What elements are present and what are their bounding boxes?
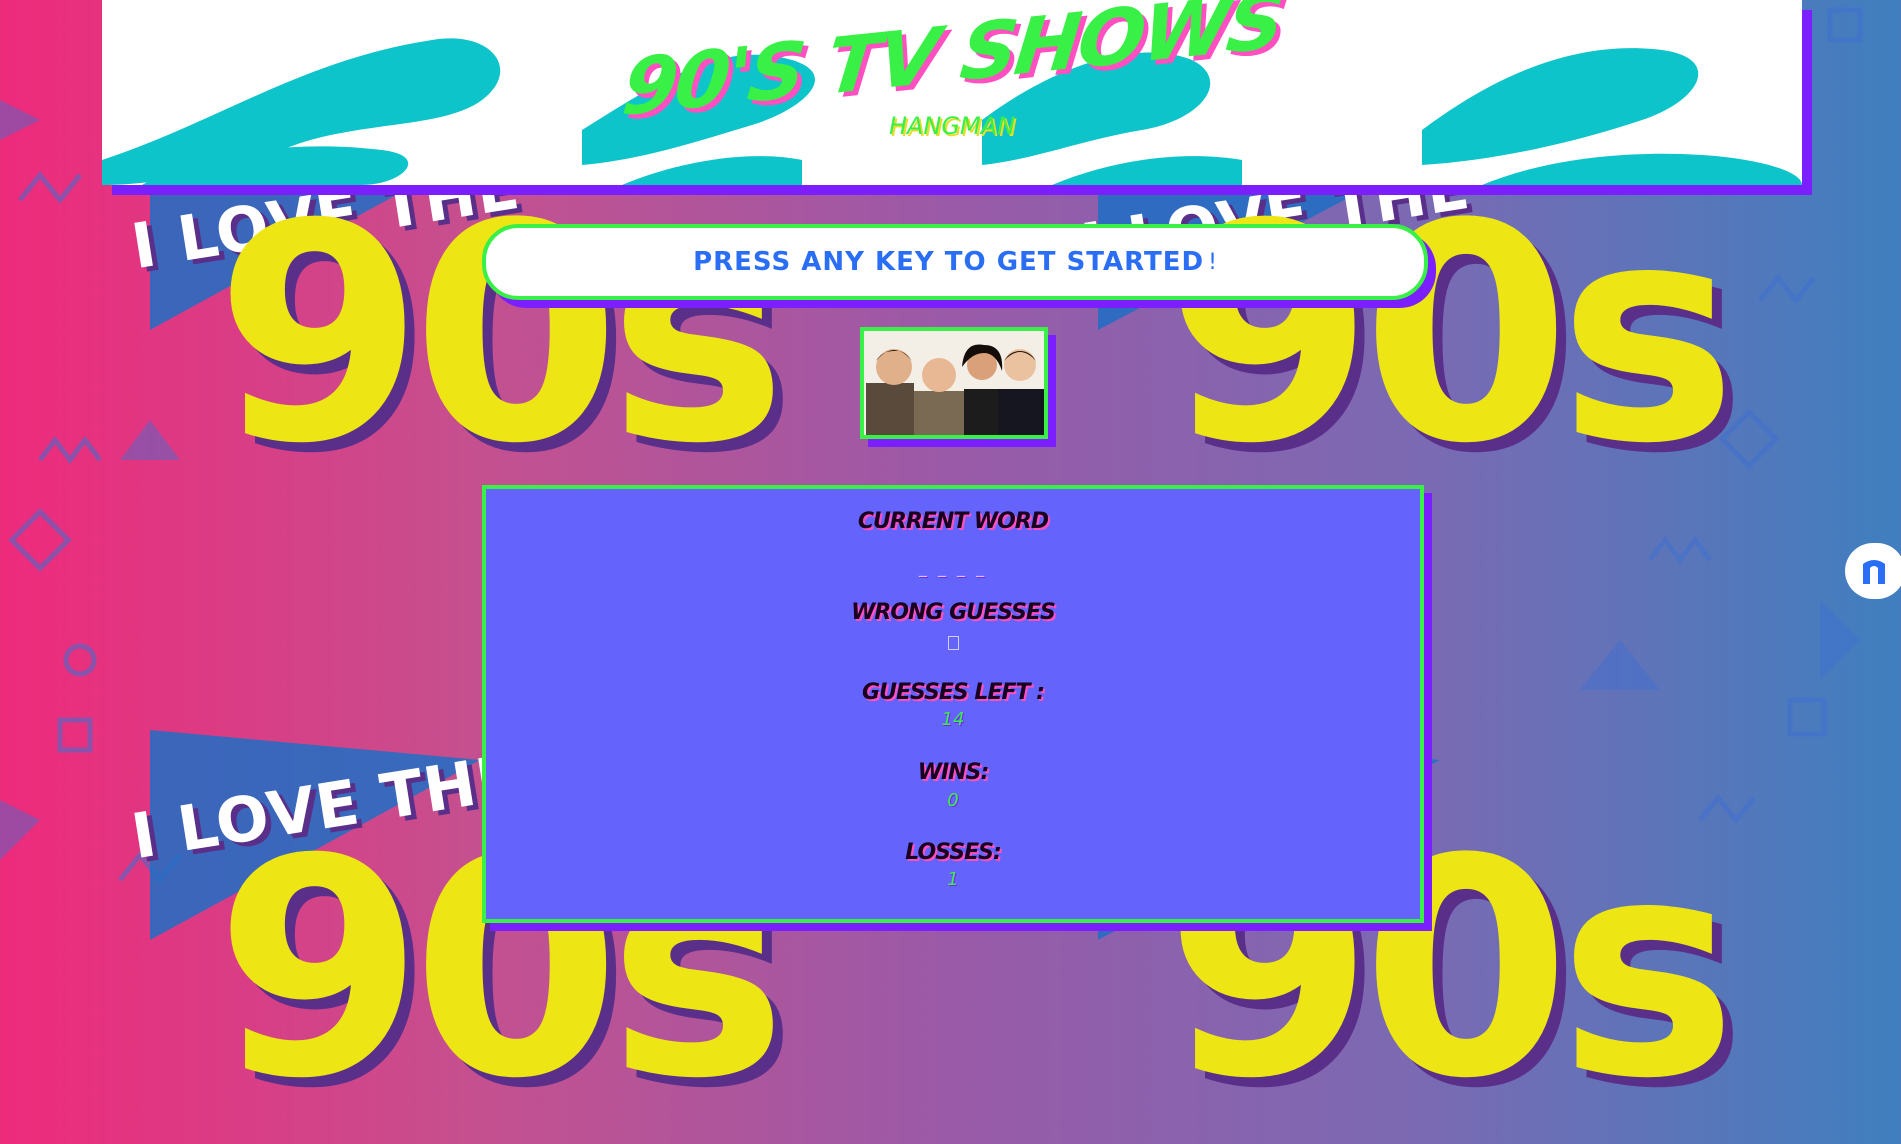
start-banner: PRESS ANY KEY TO GET STARTED ! (482, 224, 1428, 300)
guesses-left-label: GUESSES LEFT : (862, 680, 1045, 705)
wrong-guesses-value (486, 634, 1420, 655)
wrong-guesses-placeholder-box (947, 636, 959, 650)
wins-label: WINS: (917, 760, 990, 785)
current-word-label: CURRENT WORD (857, 509, 1049, 534)
show-photo (860, 327, 1048, 439)
wins-value: 0 (947, 790, 959, 811)
start-banner-text: PRESS ANY KEY TO GET STARTED (693, 247, 1205, 277)
cast-photo-illustration (864, 331, 1044, 435)
losses-label: LOSSES: (905, 840, 1002, 865)
guesses-left-value: 14 (941, 709, 965, 730)
side-widget-button[interactable] (1845, 543, 1901, 599)
losses-value: 1 (947, 869, 959, 890)
current-word-value: _ _ _ _ (918, 558, 988, 577)
stats-panel: CURRENT WORD _ _ _ _ WRONG GUESSES GUESS… (482, 485, 1424, 923)
wrong-guesses-label: WRONG GUESSES (851, 600, 1056, 625)
header: 90'S TV SHOWS HANGMAN (102, 0, 1802, 185)
page-subtitle: HANGMAN (888, 112, 1016, 140)
n-logo-icon (1863, 560, 1885, 584)
start-banner-suffix: ! (1208, 249, 1217, 275)
